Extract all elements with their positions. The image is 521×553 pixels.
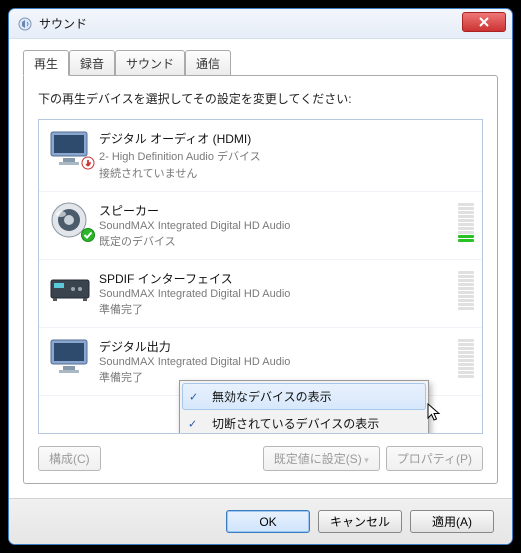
set-default-button[interactable]: 既定値に設定(S) [263,446,380,471]
level-meter [458,338,474,378]
context-menu: ✓ 無効なデバイスの表示 ✓ 切断されているデバイスの表示 [179,380,429,434]
check-icon: ✓ [188,417,197,430]
ok-button[interactable]: OK [226,510,310,533]
panel-buttons: 構成(C) 既定値に設定(S) プロパティ(P) [38,446,483,471]
device-subtitle: SoundMAX Integrated Digital HD Audio [99,220,454,232]
level-meter [458,270,474,310]
tab-playback[interactable]: 再生 [23,50,69,76]
close-button[interactable] [462,12,506,32]
monitor-icon [47,128,93,168]
sound-icon [17,16,33,32]
menu-item-label: 無効なデバイスの表示 [212,390,332,404]
device-info: スピーカー SoundMAX Integrated Digital HD Aud… [99,200,454,249]
check-icon: ✓ [189,390,198,403]
device-subtitle: SoundMAX Integrated Digital HD Audio [99,356,454,368]
device-name: デジタル オーディオ (HDMI) [99,130,474,147]
device-status: 既定のデバイス [99,233,454,249]
default-check-icon [81,228,95,242]
properties-button[interactable]: プロパティ(P) [386,446,483,471]
device-info: デジタル オーディオ (HDMI) 2- High Definition Aud… [99,128,474,181]
menu-item-show-disabled[interactable]: ✓ 無効なデバイスの表示 [182,383,426,410]
content-area: 再生 録音 サウンド 通信 下の再生デバイスを選択してその設定を変更してください… [9,39,512,498]
unplugged-badge-icon [81,156,95,170]
tab-panel: 下の再生デバイスを選択してその設定を変更してください: デジタル オーディオ (… [23,75,498,484]
device-list[interactable]: デジタル オーディオ (HDMI) 2- High Definition Aud… [38,119,483,434]
window-title: サウンド [39,15,87,32]
device-subtitle: SoundMAX Integrated Digital HD Audio [99,288,454,300]
titlebar: サウンド [9,9,512,39]
close-icon [479,17,489,27]
device-info: デジタル出力 SoundMAX Integrated Digital HD Au… [99,336,454,385]
speaker-icon [47,200,93,240]
device-name: SPDIF インターフェイス [99,270,454,287]
device-row[interactable]: スピーカー SoundMAX Integrated Digital HD Aud… [39,192,482,260]
device-subtitle: 2- High Definition Audio デバイス [99,148,474,164]
tab-strip: 再生 録音 サウンド 通信 [23,49,498,75]
device-info: SPDIF インターフェイス SoundMAX Integrated Digit… [99,268,454,317]
tab-sounds[interactable]: サウンド [115,50,185,76]
device-row[interactable]: デジタル オーディオ (HDMI) 2- High Definition Aud… [39,120,482,192]
level-meter [458,202,474,242]
device-status: 接続されていません [99,165,474,181]
device-name: デジタル出力 [99,338,454,355]
device-row[interactable]: SPDIF インターフェイス SoundMAX Integrated Digit… [39,260,482,328]
dialog-footer: OK キャンセル 適用(A) [9,498,512,544]
receiver-icon [47,268,93,308]
cursor-icon [427,403,441,428]
cancel-button[interactable]: キャンセル [318,510,402,533]
menu-item-label: 切断されているデバイスの表示 [212,417,379,431]
menu-item-show-disconnected[interactable]: ✓ 切断されているデバイスの表示 [182,410,426,434]
configure-button[interactable]: 構成(C) [38,446,101,471]
tab-recording[interactable]: 録音 [69,50,115,76]
tab-communications[interactable]: 通信 [185,50,231,76]
device-status: 準備完了 [99,301,454,317]
sound-dialog: サウンド 再生 録音 サウンド 通信 下の再生デバイスを選択してその設定を変更し… [8,8,513,545]
device-name: スピーカー [99,202,454,219]
instruction-text: 下の再生デバイスを選択してその設定を変更してください: [38,90,483,107]
apply-button[interactable]: 適用(A) [410,510,494,533]
monitor-icon [47,336,93,376]
